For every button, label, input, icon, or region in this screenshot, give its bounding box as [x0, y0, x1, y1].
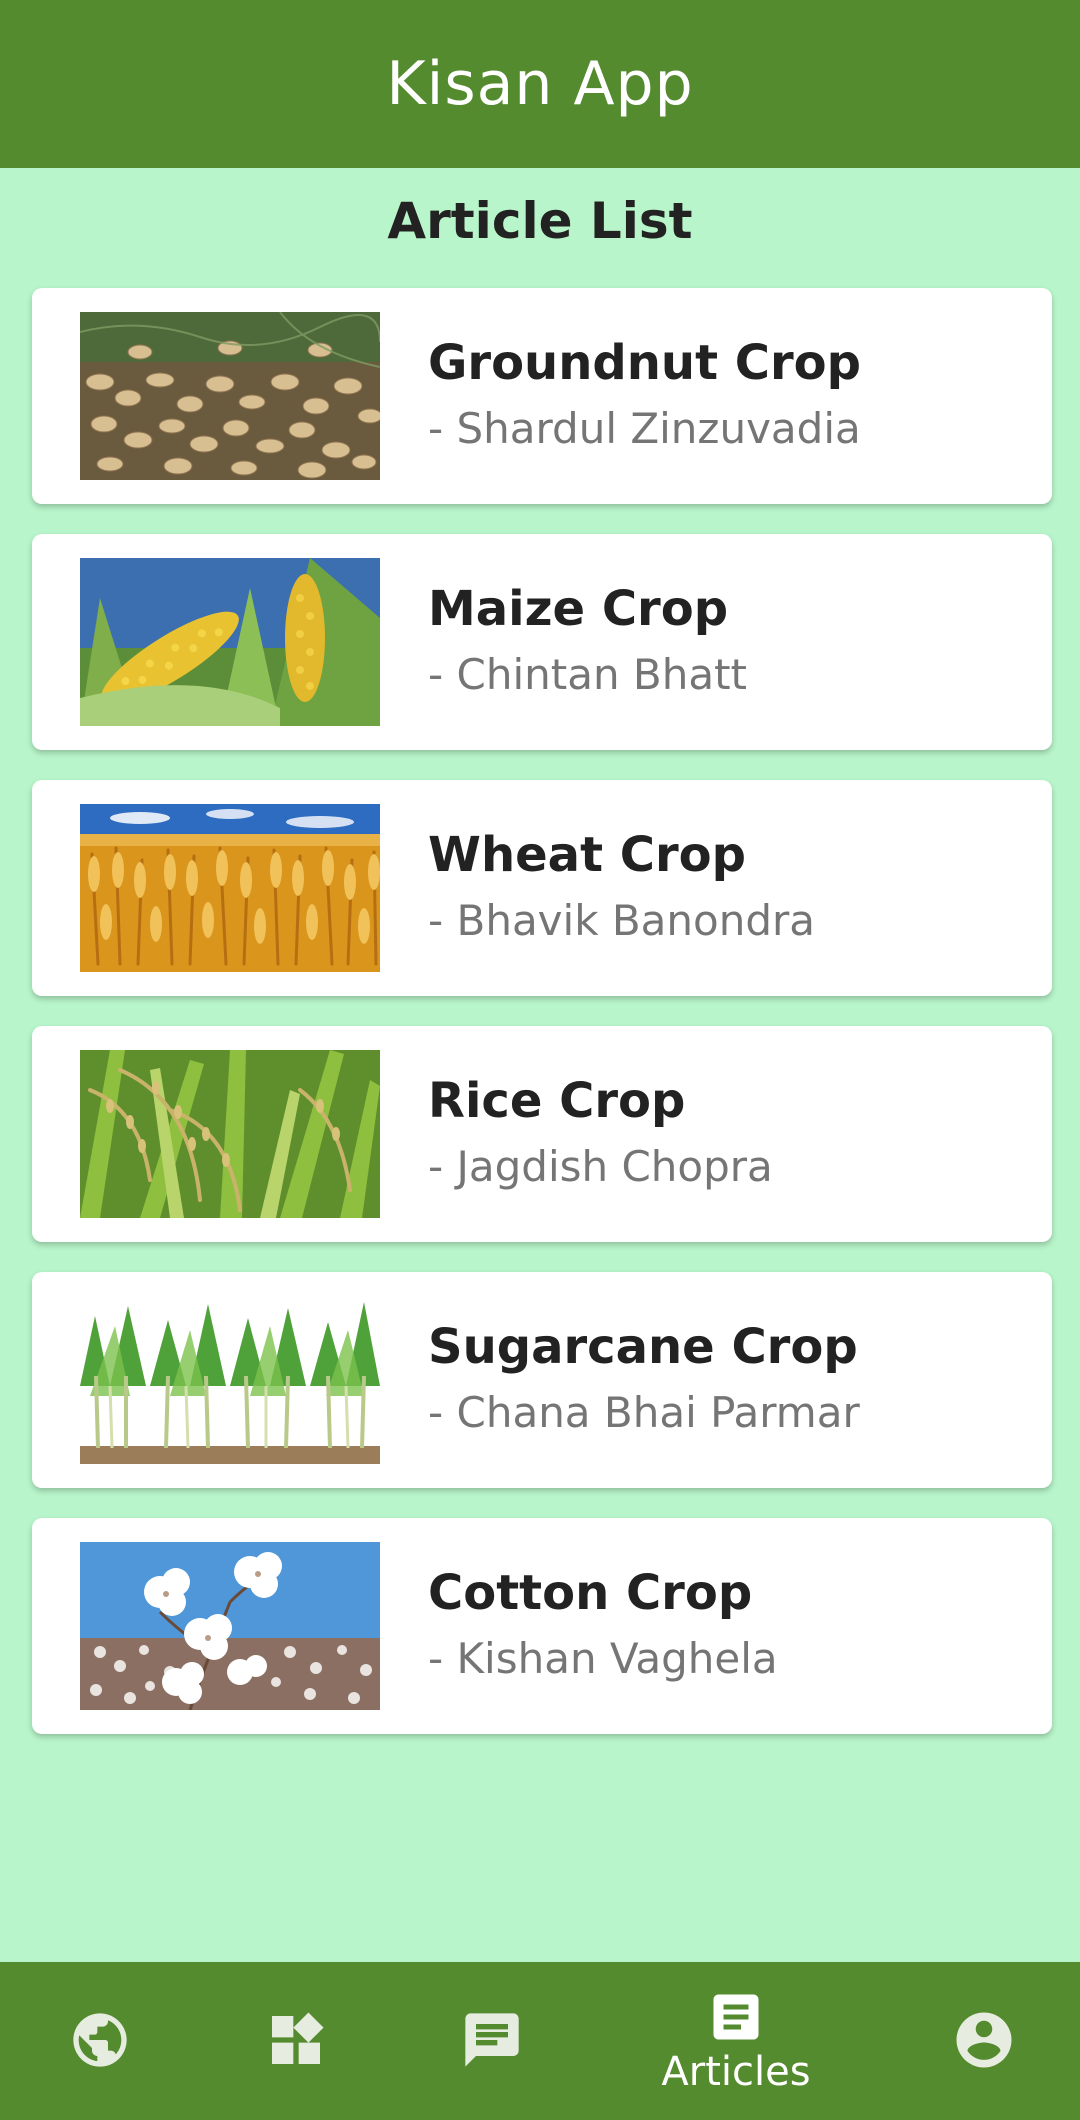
cotton-crop-photo	[80, 1542, 380, 1710]
maize-crop-photo	[80, 558, 380, 726]
nav-item-globe[interactable]	[50, 1962, 150, 2120]
article-title: Rice Crop	[428, 1073, 686, 1129]
account-circle-icon	[956, 2012, 1012, 2068]
rice-crop-photo	[80, 1050, 380, 1218]
article-title: Sugarcane Crop	[428, 1319, 858, 1375]
article-author: - Kishan Vaghela	[428, 1634, 778, 1683]
article-title: Maize Crop	[428, 581, 729, 637]
article-card-groundnut[interactable]: Groundnut Crop - Shardul Zinzuvadia	[32, 288, 1052, 504]
app-bar: Kisan App	[0, 0, 1080, 168]
article-author: - Chintan Bhatt	[428, 650, 748, 699]
article-card-wheat[interactable]: Wheat Crop - Bhavik Banondra	[32, 780, 1052, 996]
article-author: - Shardul Zinzuvadia	[428, 404, 861, 453]
article-author: - Bhavik Banondra	[428, 896, 816, 945]
nav-item-account[interactable]	[934, 1962, 1034, 2120]
nav-item-dashboard[interactable]	[246, 1962, 346, 2120]
article-list: Groundnut Crop - Shardul Zinzuvadia Maiz…	[32, 288, 1052, 1764]
globe-icon	[73, 2013, 127, 2067]
article-card-maize[interactable]: Maize Crop - Chintan Bhatt	[32, 534, 1052, 750]
page-title: Article List	[387, 192, 693, 250]
wheat-crop-photo	[80, 804, 380, 972]
article-author: - Chana Bhai Parmar	[428, 1388, 860, 1437]
dashboard-icon	[272, 2012, 324, 2064]
article-card-rice[interactable]: Rice Crop - Jagdish Chopra	[32, 1026, 1052, 1242]
article-author: - Jagdish Chopra	[428, 1142, 773, 1191]
article-title: Wheat Crop	[428, 827, 746, 883]
article-icon	[713, 1994, 759, 2040]
nav-item-chat[interactable]	[442, 1962, 542, 2120]
groundnut-crop-photo	[80, 312, 380, 480]
nav-label-articles: Articles	[661, 2049, 811, 2095]
sugarcane-crop-photo	[80, 1296, 380, 1464]
app-title: Kisan App	[386, 49, 694, 119]
nav-item-articles[interactable]: Articles	[626, 1962, 846, 2120]
article-title: Cotton Crop	[428, 1565, 753, 1621]
chat-icon	[465, 2013, 519, 2067]
article-card-cotton[interactable]: Cotton Crop - Kishan Vaghela	[32, 1518, 1052, 1734]
article-card-sugarcane[interactable]: Sugarcane Crop - Chana Bhai Parmar	[32, 1272, 1052, 1488]
article-title: Groundnut Crop	[428, 335, 861, 391]
bottom-navigation: Articles	[0, 1962, 1080, 2120]
